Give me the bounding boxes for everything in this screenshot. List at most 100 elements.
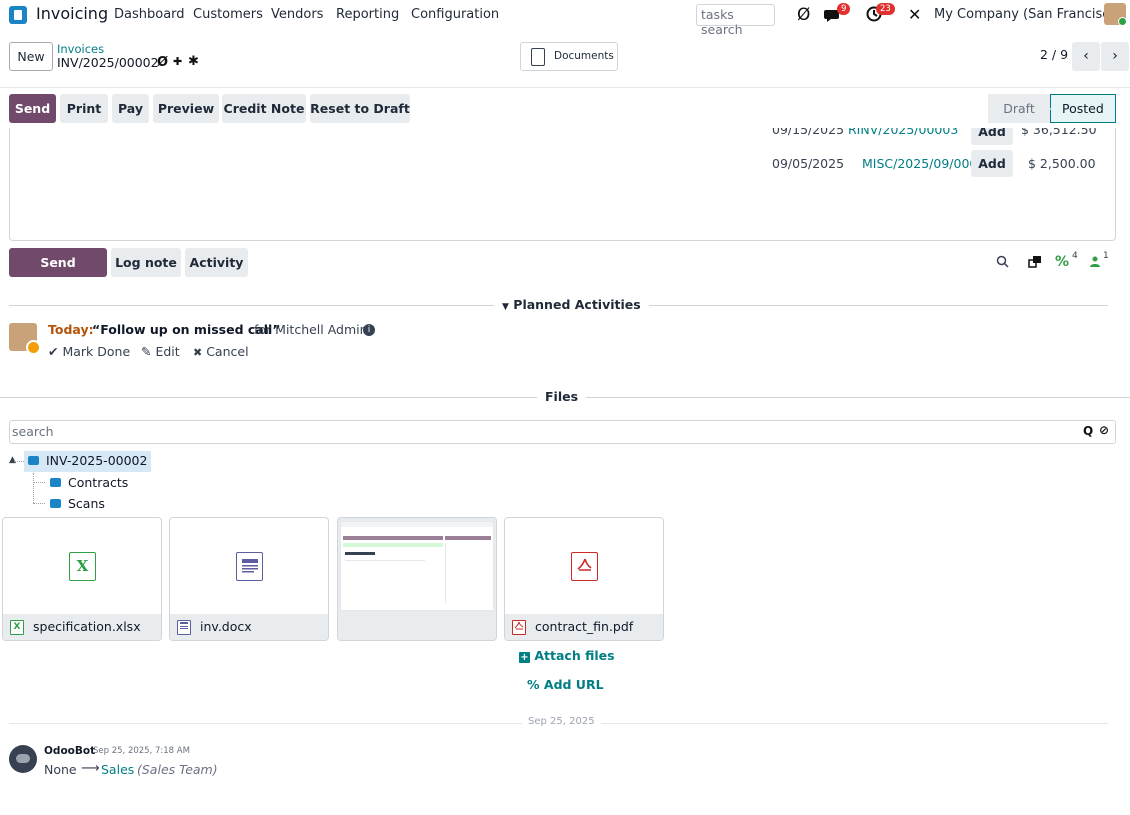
messages-badge: 9 [837,3,851,15]
file-card-image[interactable] [337,517,497,641]
expand-icon[interactable] [1028,255,1042,272]
pin-icon[interactable]: ✚ [173,55,182,68]
planned-activities-toggle[interactable]: ▼ Planned Activities [494,297,649,312]
file-card-xlsx[interactable]: X specification.xlsx X [2,517,162,641]
tree-connector [33,473,34,503]
online-status-icon [1118,17,1127,26]
menu-configuration[interactable]: Configuration [411,7,499,22]
payment-add-button[interactable]: Add [971,150,1013,177]
menu-customers[interactable]: Customers [193,7,263,22]
payment-reference-link[interactable]: RINV/2025/00003 [848,128,958,137]
activity-summary: “Follow up on missed call” [92,322,281,337]
search-icon[interactable] [996,255,1009,272]
document-icon [531,48,545,66]
log-note-button[interactable]: Log note [111,248,181,277]
pager-value[interactable]: 2 / 9 [1040,47,1068,62]
folder-scans[interactable]: Scans [50,496,105,511]
files-title: Files [537,389,587,404]
folder-icon [50,478,61,487]
app-name[interactable]: Invoicing [36,4,108,23]
attach-files-button[interactable]: + Attach files [519,648,615,663]
folder-contracts-label: Contracts [68,475,129,490]
plus-square-icon: + [519,652,530,663]
control-panel-divider [0,87,1130,88]
credit-note-button[interactable]: Credit Note [222,94,306,123]
document-icon [177,620,191,635]
odoobot-avatar [9,745,37,773]
mark-done-label: Mark Done [62,344,131,359]
top-navbar: Invoicing Dashboard Customers Vendors Re… [0,0,1130,37]
tracking-field: (Sales Team) [137,762,218,777]
activity-date: Today: [48,322,94,337]
caret-down-icon: ▼ [502,302,509,312]
clear-icon[interactable]: ⊘ [1099,423,1109,437]
folder-icon [50,499,61,508]
documents-button[interactable]: Documents [520,42,618,71]
menu-vendors[interactable]: Vendors [271,7,323,22]
send-message-button[interactable]: Send message [9,248,107,299]
edit-activity-button[interactable]: ✎ Edit [141,344,180,359]
breadcrumb-invoices[interactable]: Invoices [57,42,104,56]
followers-icon[interactable] [1090,256,1100,271]
payment-date: 09/15/2025 [772,128,845,137]
send-button[interactable]: Send [9,94,56,123]
payment-date: 09/05/2025 [772,156,845,171]
folder-icon [28,456,39,465]
message-author[interactable]: OdooBot [44,745,95,757]
tasks-search-input[interactable]: tasks search [696,4,775,37]
invoicing-app-icon[interactable] [9,6,27,24]
add-url-button[interactable]: % Add URL [527,677,604,692]
new-button[interactable]: New [9,42,53,71]
paperclip-icon[interactable]: % [1055,254,1069,270]
timer-icon[interactable]: Ø [797,5,810,25]
folder-root-label: INV-2025-00002 [46,453,148,468]
pdf-icon [571,552,598,581]
message-time: Sep 25, 2025, 7:18 AM [93,746,190,756]
search-icon[interactable]: Q [1083,424,1093,438]
file-name [338,614,496,640]
file-name: specification.xlsx [3,614,161,640]
reset-to-draft-button[interactable]: Reset to Draft [310,94,410,123]
folder-root[interactable]: INV-2025-00002 [24,451,152,472]
company-switcher[interactable]: My Company (San Francisco) [934,7,1122,22]
info-icon[interactable]: i [363,324,375,336]
payment-reference-link[interactable]: MISC/2025/09/0001 [862,156,985,171]
pay-button[interactable]: Pay [112,94,149,123]
check-icon: ✔ [48,344,59,359]
file-card-pdf[interactable]: contract_fin.pdf [504,517,664,641]
add-url-label: Add URL [543,677,604,692]
activity-button[interactable]: Activity [185,248,248,277]
arrow-right-icon: ⟶ [81,761,100,776]
date-separator: Sep 25, 2025 [522,716,601,727]
activity-assignee: for Mitchell Admin [254,322,368,337]
invoice-sheet: 09/15/2025 RINV/2025/00003 Add $ 36,512.… [9,128,1116,241]
gear-icon[interactable]: ✱ [188,54,199,69]
tracking-old-value: None [44,762,77,777]
status-posted[interactable]: Posted [1050,94,1116,123]
refresh-icon[interactable]: Ø [157,55,168,70]
pager-previous-button[interactable]: ‹ [1072,42,1100,71]
tree-connector [33,482,45,483]
files-search-input[interactable]: search [9,420,1116,444]
menu-reporting[interactable]: Reporting [336,7,399,22]
pdf-icon [512,620,526,635]
pencil-icon: ✎ [141,344,152,359]
link-icon: % [527,677,540,692]
status-arrow [1041,94,1051,123]
print-button[interactable]: Print [60,94,108,123]
payment-amount: $ 2,500.00 [1028,156,1096,171]
tree-collapse-icon[interactable]: ▲ [9,455,16,465]
file-card-docx[interactable]: inv.docx [169,517,329,641]
payment-add-button[interactable]: Add [971,128,1013,145]
cancel-activity-button[interactable]: ✖ Cancel [193,344,249,359]
cancel-label: Cancel [206,344,249,359]
attach-files-label: Attach files [534,648,615,663]
menu-dashboard[interactable]: Dashboard [114,7,185,22]
folder-contracts[interactable]: Contracts [50,475,128,490]
pager-next-button[interactable]: › [1101,42,1129,71]
folder-scans-label: Scans [68,496,105,511]
preview-button[interactable]: Preview [153,94,219,123]
mark-done-button[interactable]: ✔ Mark Done [48,344,130,359]
debug-tools-icon[interactable]: ✕ [908,5,921,24]
spreadsheet-icon: X [69,552,96,581]
